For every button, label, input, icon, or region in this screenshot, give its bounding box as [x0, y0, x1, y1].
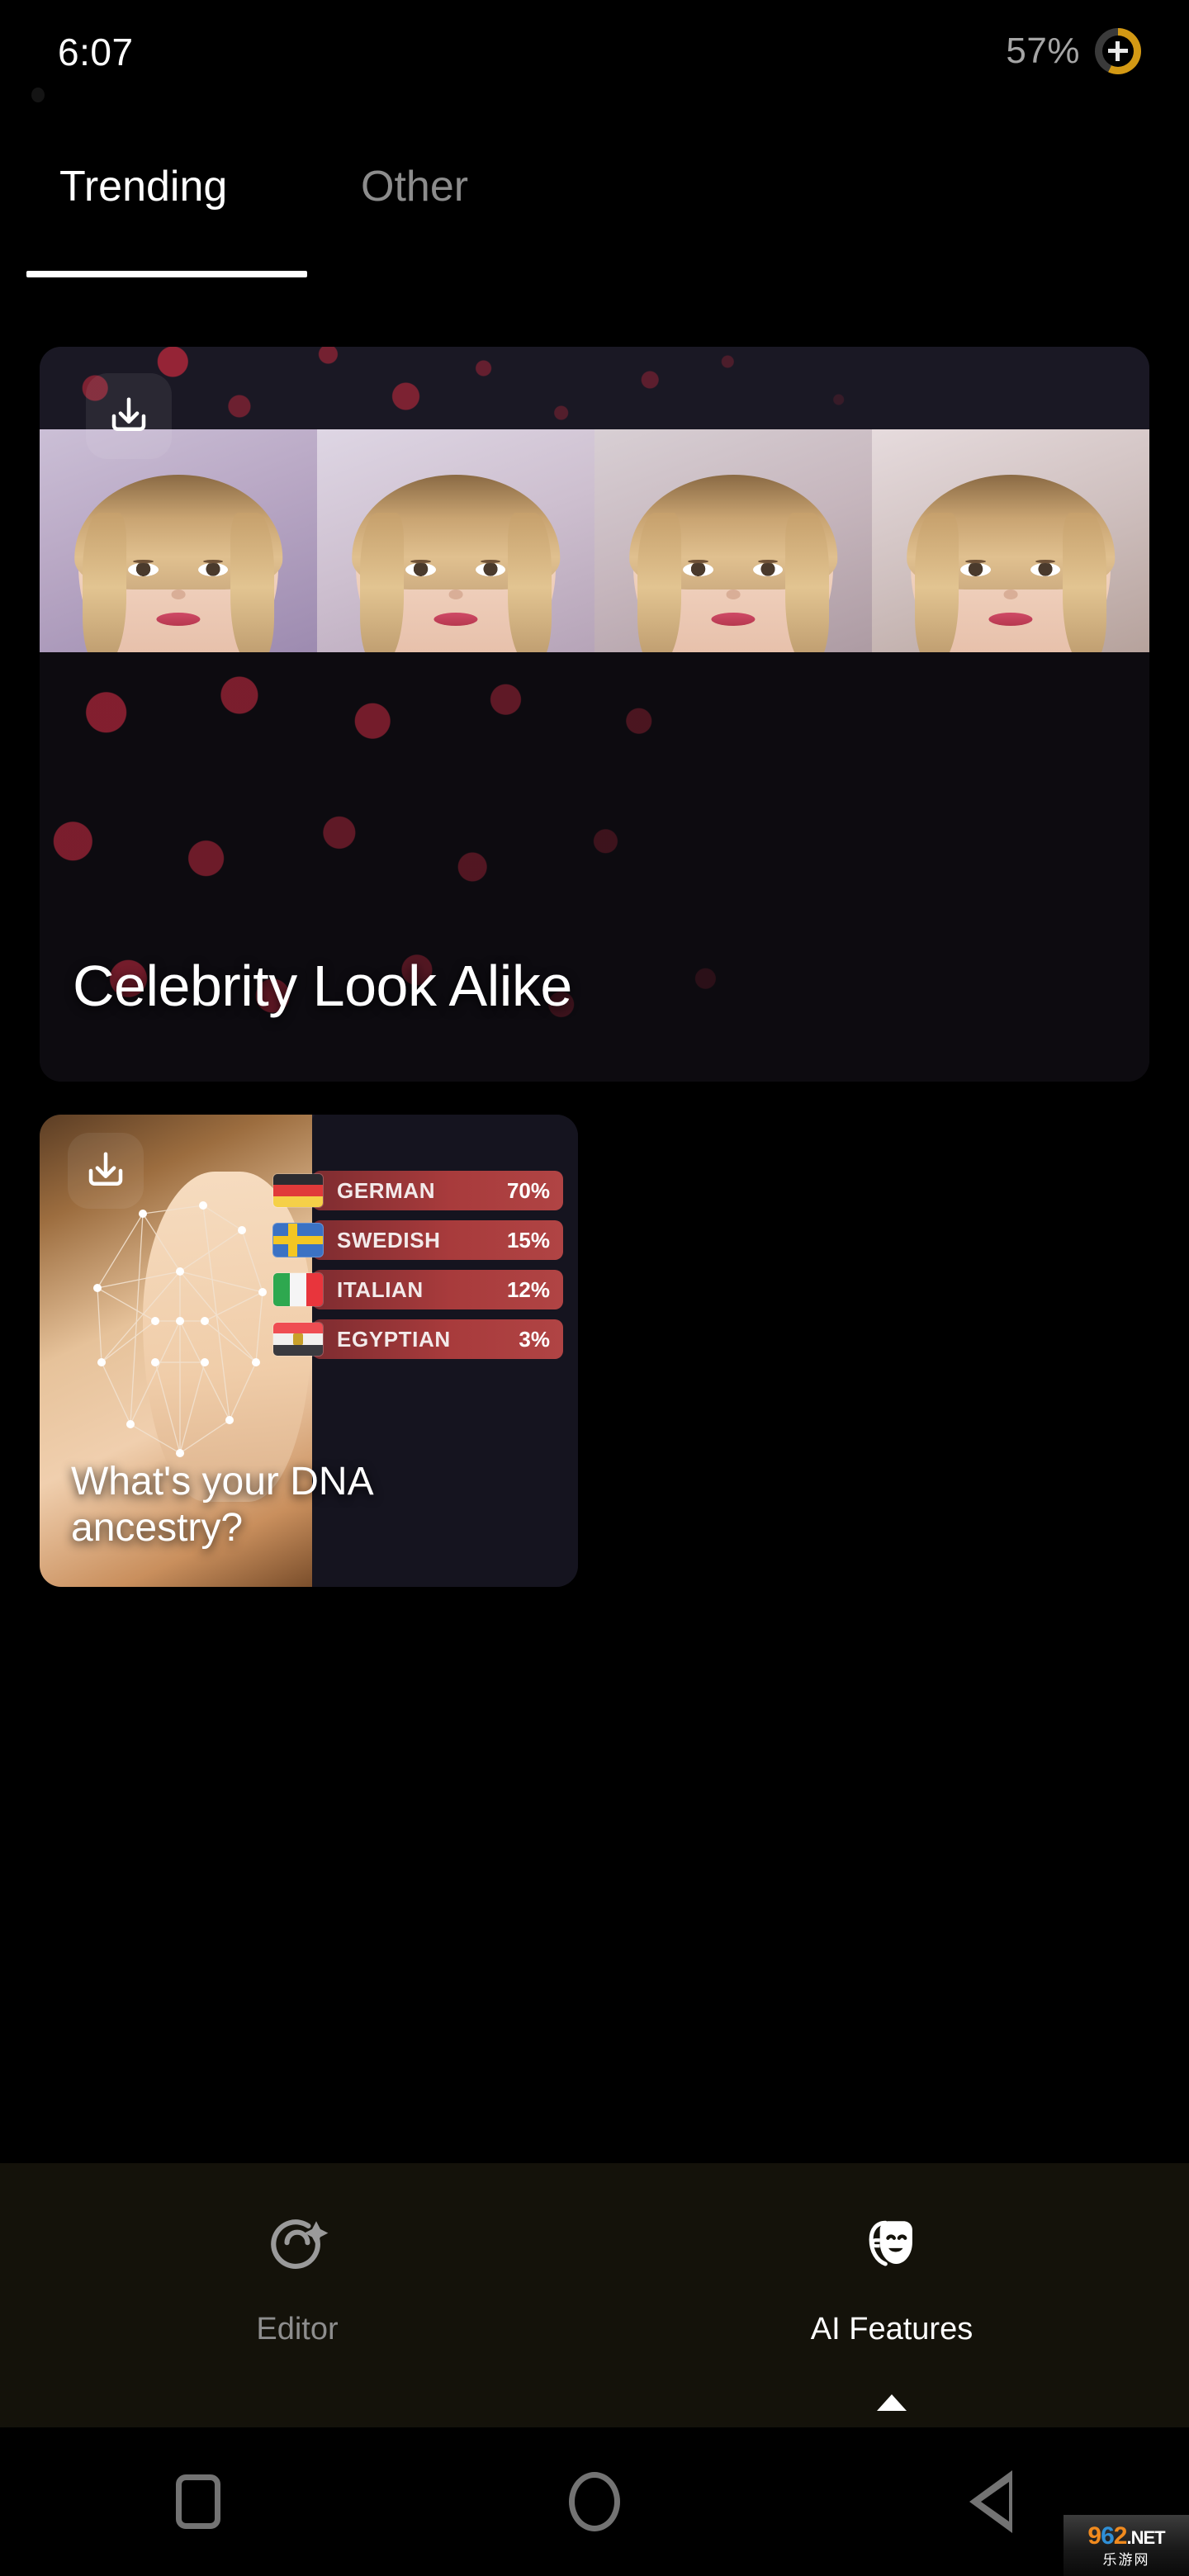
nav-label-editor: Editor	[256, 2312, 339, 2346]
watermark-digit-2: 2	[1113, 2522, 1128, 2550]
site-watermark: 962.NET 乐游网	[1063, 2515, 1189, 2576]
swedish-flag-icon	[272, 1223, 324, 1257]
punch-hole-camera-icon	[31, 88, 45, 102]
tab-active-indicator	[26, 271, 307, 277]
face-panel-1	[40, 429, 317, 652]
face-shape	[629, 474, 837, 652]
card-celebrity-look-alike[interactable]: Celebrity Look Alike	[40, 347, 1149, 1082]
dna-percent: 12%	[506, 1276, 550, 1302]
dna-row-italian: ITALIAN 12%	[272, 1270, 563, 1309]
tab-bar: Trending Other	[0, 162, 1189, 286]
download-icon	[88, 1152, 123, 1186]
card-title-dna: What's your DNA ancestry?	[71, 1459, 374, 1552]
watermark-chinese-text: 乐游网	[1102, 2552, 1150, 2568]
dna-row-german: GERMAN 70%	[272, 1171, 563, 1210]
nav-item-editor[interactable]: Editor	[0, 2163, 594, 2427]
dna-label: GERMAN	[337, 1177, 436, 1203]
bottom-navigation-bar: Editor AI Features	[0, 2163, 1189, 2427]
theater-masks-icon	[869, 2220, 912, 2266]
card-title-dna-line2: ancestry?	[71, 1506, 244, 1551]
dna-label: ITALIAN	[337, 1276, 424, 1302]
dna-ancestry-list: GERMAN 70% SWEDISH 15% ITALIAN 12% EGYPT…	[272, 1171, 563, 1369]
download-icon	[111, 397, 146, 431]
android-system-navigation	[0, 2427, 1189, 2576]
dna-label: EGYPTIAN	[337, 1326, 451, 1352]
android-home-button[interactable]	[549, 2456, 640, 2547]
card-title-celebrity: Celebrity Look Alike	[73, 954, 572, 1018]
face-shape	[907, 474, 1115, 652]
status-bar: 6:07 57%	[0, 0, 1189, 116]
watermark-digit-6: 6	[1101, 2522, 1115, 2550]
dna-row-swedish: SWEDISH 15%	[272, 1220, 563, 1260]
status-bar-right: 57%	[1006, 28, 1141, 74]
android-back-button[interactable]	[945, 2456, 1036, 2547]
back-triangle-icon	[969, 2470, 1012, 2533]
face-panel-2	[317, 429, 594, 652]
app-screen: 6:07 57% Trending Other Celebrity Look A…	[0, 0, 1189, 2576]
card-title-dna-line1: What's your DNA	[71, 1459, 374, 1503]
dna-label: SWEDISH	[337, 1227, 441, 1252]
celebrity-face-strip	[40, 429, 1149, 652]
nav-label-ai-features: AI Features	[810, 2312, 973, 2346]
android-recents-button[interactable]	[153, 2456, 244, 2547]
card-dna-ancestry[interactable]: GERMAN 70% SWEDISH 15% ITALIAN 12% EGYPT…	[40, 1115, 578, 1587]
dna-percent: 3%	[519, 1326, 550, 1352]
watermark-tld: .NET	[1126, 2527, 1165, 2548]
watermark-logo-text: 962.NET	[1087, 2522, 1165, 2550]
plus-glyph	[1108, 41, 1128, 61]
dna-percent: 70%	[506, 1177, 550, 1203]
dna-row-egyptian: EGYPTIAN 3%	[272, 1319, 563, 1359]
egyptian-flag-icon	[272, 1322, 324, 1357]
battery-percent-label: 57%	[1006, 31, 1080, 71]
face-shape	[74, 474, 282, 652]
dna-percent: 15%	[506, 1227, 550, 1252]
status-time: 6:07	[58, 31, 134, 73]
face-panel-4	[872, 429, 1149, 652]
home-circle-icon	[569, 2472, 620, 2531]
tab-other[interactable]: Other	[361, 162, 468, 211]
nav-item-ai-features[interactable]: AI Features	[594, 2163, 1189, 2427]
face-sparkle-icon	[271, 2219, 329, 2269]
face-panel-3	[594, 429, 872, 652]
tab-trending[interactable]: Trending	[59, 162, 227, 211]
italian-flag-icon	[272, 1272, 324, 1307]
watermark-digit-9: 9	[1087, 2522, 1101, 2550]
nav-active-caret-icon	[877, 2394, 907, 2411]
recents-square-icon	[176, 2474, 220, 2529]
german-flag-icon	[272, 1173, 324, 1208]
card-top-bokeh-backdrop	[40, 347, 1149, 429]
battery-charging-plus-icon	[1095, 28, 1141, 74]
download-button-celebrity[interactable]	[86, 373, 172, 459]
download-button-dna[interactable]	[68, 1133, 144, 1209]
face-shape	[352, 474, 560, 652]
